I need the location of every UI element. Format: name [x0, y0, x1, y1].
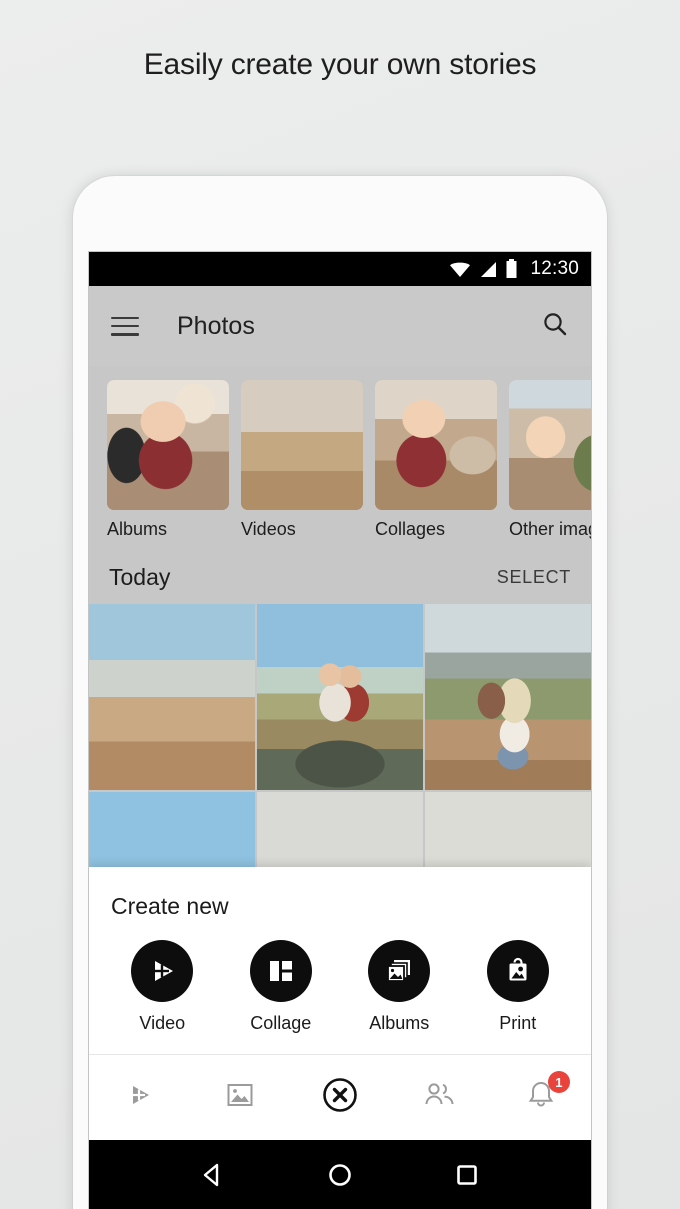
- app-bar: Photos: [89, 286, 591, 366]
- photo-stack-icon: [368, 940, 431, 1002]
- create-action-label: Video: [139, 1013, 186, 1033]
- category-label: Videos: [241, 519, 296, 539]
- category-label: Collages: [375, 519, 446, 539]
- category-strip[interactable]: Albums Videos Collages Other imag: [89, 366, 591, 550]
- phone-screen: 12:30 Photos Albums Videos Collages Othe…: [89, 252, 591, 1209]
- create-actions-row: Video Collage Albums Print: [89, 924, 591, 1054]
- section-header: Today SELECT: [89, 550, 591, 604]
- category-thumb-other-images: [509, 380, 591, 510]
- page-title: Easily create your own stories: [143, 48, 537, 81]
- create-action-label: Albums: [369, 1013, 430, 1033]
- category-item-collages[interactable]: Collages: [375, 380, 497, 540]
- nav-badge: 1: [547, 1071, 570, 1093]
- category-label: Albums: [107, 519, 168, 539]
- photo-thumbnail[interactable]: [89, 604, 255, 790]
- nav-item-close[interactable]: [290, 1055, 390, 1140]
- collage-grid-icon: [249, 940, 312, 1002]
- hamburger-menu-icon[interactable]: [111, 316, 139, 336]
- close-circle-icon: [321, 1076, 359, 1119]
- status-clock: 12:30: [530, 258, 579, 279]
- bottom-navigation-bar: 1: [89, 1054, 591, 1140]
- bottom-sheet-title: Create new: [111, 893, 229, 919]
- nav-item-sharing[interactable]: [390, 1055, 490, 1140]
- print-bag-icon: [486, 940, 549, 1002]
- category-item-videos[interactable]: Videos: [241, 380, 363, 540]
- battery-icon: [505, 259, 518, 279]
- sharing-people-icon: [423, 1080, 457, 1115]
- photos-icon: [225, 1080, 255, 1115]
- photo-thumbnail[interactable]: [425, 604, 591, 790]
- create-action-label: Collage: [250, 1013, 312, 1033]
- category-label: Other imag: [509, 519, 591, 539]
- create-new-bottom-sheet: Create new Video Collage Albums Print 1: [89, 867, 591, 1140]
- category-item-other-images[interactable]: Other imag: [509, 380, 591, 540]
- nav-item-movies[interactable]: [89, 1055, 189, 1140]
- cellular-signal-icon: [479, 261, 497, 278]
- search-icon[interactable]: [541, 310, 569, 343]
- app-title: Photos: [177, 311, 255, 340]
- recents-square-icon[interactable]: [452, 1160, 482, 1190]
- movies-icon: [123, 1079, 155, 1116]
- nav-item-notifications[interactable]: 1: [491, 1055, 591, 1140]
- nav-item-photos[interactable]: [189, 1055, 289, 1140]
- android-system-nav: [89, 1140, 591, 1209]
- wifi-icon: [449, 261, 471, 278]
- status-bar: 12:30: [89, 252, 591, 286]
- category-thumb-videos: [241, 380, 363, 510]
- create-collage-button[interactable]: Collage: [222, 940, 341, 1034]
- category-thumb-albums: [107, 380, 229, 510]
- create-print-button[interactable]: Print: [459, 940, 578, 1034]
- create-video-button[interactable]: Video: [103, 940, 222, 1034]
- category-thumb-collages: [375, 380, 497, 510]
- category-item-albums[interactable]: Albums: [107, 380, 229, 540]
- select-button[interactable]: SELECT: [497, 567, 571, 588]
- section-title: Today: [109, 563, 171, 590]
- photo-thumbnail[interactable]: [257, 604, 423, 790]
- create-action-label: Print: [499, 1013, 537, 1033]
- home-circle-icon[interactable]: [325, 1160, 355, 1190]
- movie-play-icon: [131, 940, 194, 1002]
- create-albums-button[interactable]: Albums: [340, 940, 459, 1034]
- back-triangle-icon[interactable]: [198, 1160, 228, 1190]
